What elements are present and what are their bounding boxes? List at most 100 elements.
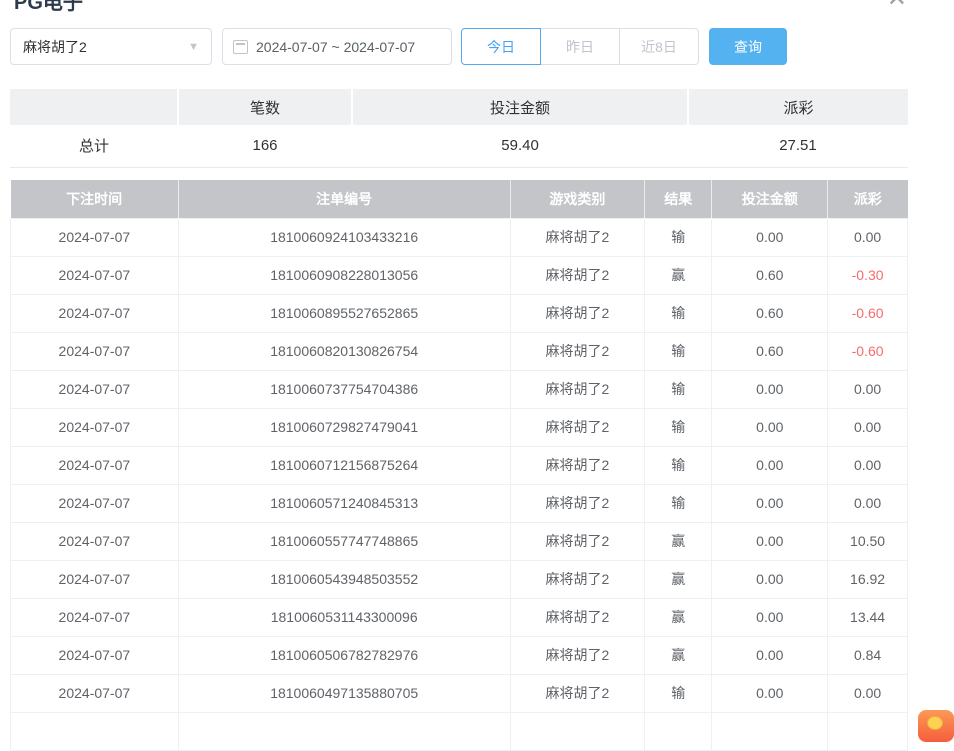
table-row: 2024-07-071810060497135880705麻将胡了2输0.000…	[11, 674, 908, 712]
cell-game: 麻将胡了2	[510, 446, 645, 484]
cell-result: 输	[645, 294, 712, 332]
promo-float-button[interactable]	[918, 710, 954, 742]
records-header-5: 派彩	[828, 180, 908, 218]
cell-payout: 0.84	[828, 636, 908, 674]
cell-payout: -0.60	[828, 332, 908, 370]
yesterday-button[interactable]: 昨日	[540, 28, 620, 65]
cell-bet_no: 1810060908228013056	[178, 256, 510, 294]
cell-amount: 0.00	[712, 598, 828, 636]
cell-empty	[11, 712, 179, 750]
cell-bet_no: 1810060543948503552	[178, 560, 510, 598]
cell-amount: 0.00	[712, 636, 828, 674]
summary-total-payout: 27.51	[688, 125, 908, 167]
cell-game: 麻将胡了2	[510, 408, 645, 446]
cell-payout: 0.00	[828, 674, 908, 712]
cell-payout: -0.30	[828, 256, 908, 294]
records-table: 下注时间注单编号游戏类别结果投注金额派彩 2024-07-07181006092…	[10, 180, 908, 751]
cell-game: 麻将胡了2	[510, 332, 645, 370]
game-select[interactable]: 麻将胡了2 ▼	[10, 28, 212, 65]
summary-header-count: 笔数	[178, 89, 352, 125]
table-row: 2024-07-071810060737754704386麻将胡了2输0.000…	[11, 370, 908, 408]
cell-game: 麻将胡了2	[510, 256, 645, 294]
cell-empty	[510, 712, 645, 750]
cell-game: 麻将胡了2	[510, 636, 645, 674]
records-header-row: 下注时间注单编号游戏类别结果投注金额派彩	[11, 180, 908, 218]
cell-amount: 0.00	[712, 218, 828, 256]
today-button[interactable]: 今日	[461, 28, 541, 65]
cell-game: 麻将胡了2	[510, 370, 645, 408]
summary-total-row: 总计 166 59.40 27.51	[10, 125, 908, 167]
cell-amount: 0.00	[712, 408, 828, 446]
cell-time: 2024-07-07	[11, 256, 179, 294]
cell-time: 2024-07-07	[11, 484, 179, 522]
cell-amount: 0.00	[712, 560, 828, 598]
cell-result: 输	[645, 446, 712, 484]
cell-result: 赢	[645, 522, 712, 560]
table-row: 2024-07-071810060729827479041麻将胡了2输0.000…	[11, 408, 908, 446]
close-icon[interactable]: ✕	[887, 0, 907, 11]
cell-game: 麻将胡了2	[510, 522, 645, 560]
cell-payout: 0.00	[828, 370, 908, 408]
cell-bet_no: 1810060497135880705	[178, 674, 510, 712]
cell-game: 麻将胡了2	[510, 218, 645, 256]
cell-time: 2024-07-07	[11, 598, 179, 636]
cell-result: 赢	[645, 636, 712, 674]
cell-payout: 0.00	[828, 484, 908, 522]
cell-empty	[828, 712, 908, 750]
cell-payout: 10.50	[828, 522, 908, 560]
records-body: 2024-07-071810060924103433216麻将胡了2输0.000…	[11, 218, 908, 750]
summary-header-bet-amount: 投注金额	[352, 89, 688, 125]
table-row: 2024-07-071810060924103433216麻将胡了2输0.000…	[11, 218, 908, 256]
cell-amount: 0.00	[712, 522, 828, 560]
table-row: 2024-07-071810060895527652865麻将胡了2输0.60-…	[11, 294, 908, 332]
quick-range-group: 今日 昨日 近8日	[461, 28, 699, 65]
cell-result: 赢	[645, 560, 712, 598]
table-row: 2024-07-071810060543948503552麻将胡了2赢0.001…	[11, 560, 908, 598]
cell-bet_no: 1810060531143300096	[178, 598, 510, 636]
cell-payout: 0.00	[828, 446, 908, 484]
last8days-button[interactable]: 近8日	[619, 28, 699, 65]
cell-payout: 16.92	[828, 560, 908, 598]
cell-amount: 0.60	[712, 256, 828, 294]
cell-game: 麻将胡了2	[510, 294, 645, 332]
cell-result: 输	[645, 484, 712, 522]
records-header-2: 游戏类别	[510, 180, 645, 218]
records-header-1: 注单编号	[178, 180, 510, 218]
cell-amount: 0.00	[712, 446, 828, 484]
cell-bet_no: 1810060729827479041	[178, 408, 510, 446]
cell-bet_no: 1810060737754704386	[178, 370, 510, 408]
cell-bet_no: 1810060895527652865	[178, 294, 510, 332]
cell-empty	[178, 712, 510, 750]
cell-time: 2024-07-07	[11, 370, 179, 408]
cell-amount: 0.60	[712, 332, 828, 370]
page-title: PG电子	[14, 0, 83, 15]
cell-game: 麻将胡了2	[510, 674, 645, 712]
summary-header-row: 笔数 投注金额 派彩	[10, 89, 908, 125]
cell-empty	[645, 712, 712, 750]
records-header-3: 结果	[645, 180, 712, 218]
cell-payout: 0.00	[828, 218, 908, 256]
cell-result: 赢	[645, 598, 712, 636]
query-button[interactable]: 查询	[709, 28, 787, 65]
cell-time: 2024-07-07	[11, 446, 179, 484]
cell-amount: 0.60	[712, 294, 828, 332]
calendar-icon	[233, 40, 248, 54]
table-row: 2024-07-071810060571240845313麻将胡了2输0.000…	[11, 484, 908, 522]
cell-payout: -0.60	[828, 294, 908, 332]
cell-time: 2024-07-07	[11, 294, 179, 332]
cell-result: 输	[645, 218, 712, 256]
summary-header-payout: 派彩	[688, 89, 908, 125]
chevron-down-icon: ▼	[188, 41, 199, 53]
cell-empty	[712, 712, 828, 750]
cell-time: 2024-07-07	[11, 674, 179, 712]
cell-bet_no: 1810060924103433216	[178, 218, 510, 256]
filter-bar: 麻将胡了2 ▼ 2024-07-07 ~ 2024-07-07 今日 昨日 近8…	[10, 28, 787, 65]
summary-total-bet-amount: 59.40	[352, 125, 688, 167]
cell-amount: 0.00	[712, 370, 828, 408]
records-header-4: 投注金额	[712, 180, 828, 218]
cell-time: 2024-07-07	[11, 522, 179, 560]
table-row: 2024-07-071810060557747748865麻将胡了2赢0.001…	[11, 522, 908, 560]
date-range-input[interactable]: 2024-07-07 ~ 2024-07-07	[222, 28, 452, 65]
table-row: 2024-07-071810060506782782976麻将胡了2赢0.000…	[11, 636, 908, 674]
cell-time: 2024-07-07	[11, 560, 179, 598]
